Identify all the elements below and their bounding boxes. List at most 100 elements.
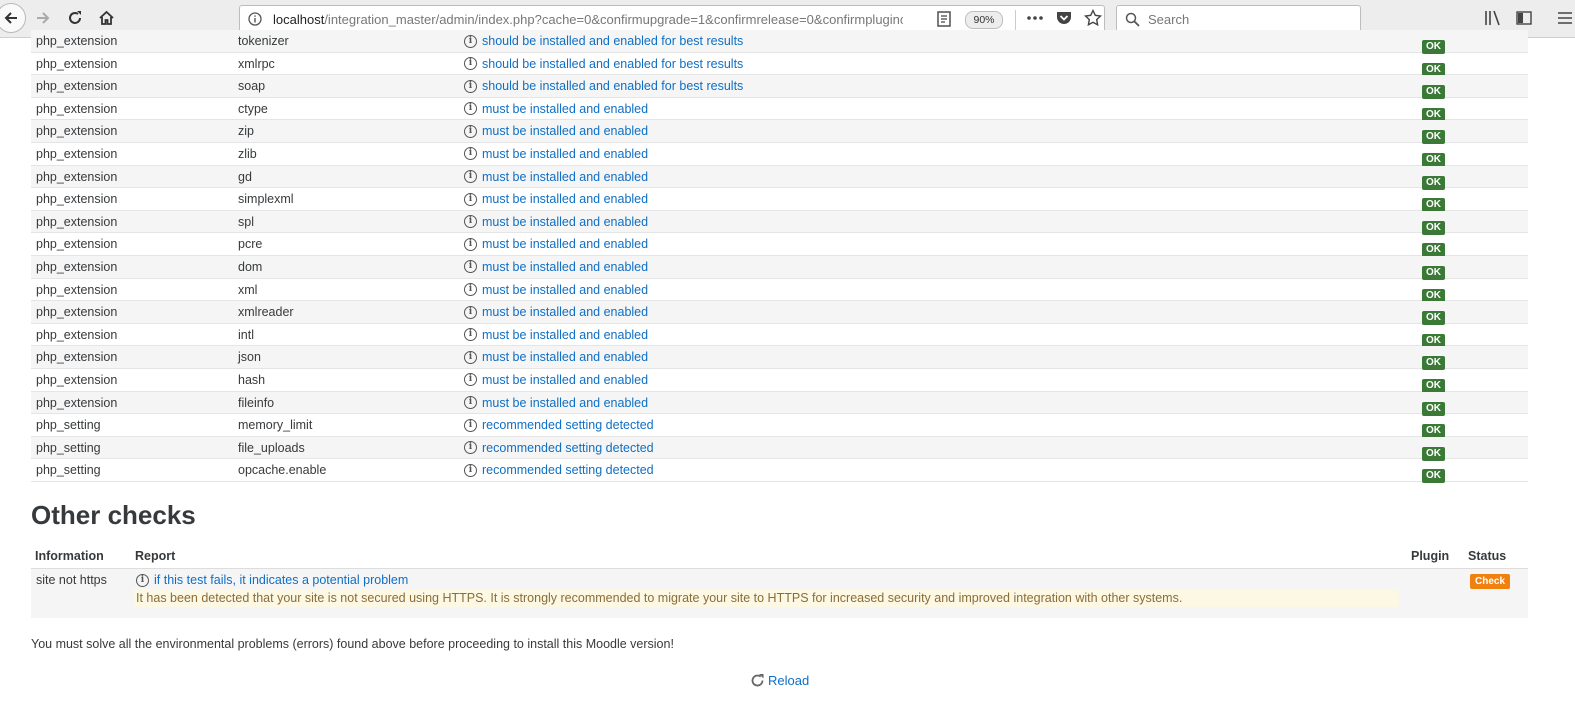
bookmark-star-icon[interactable]	[1083, 8, 1103, 30]
info-icon: i	[464, 215, 477, 229]
header-report: Report	[135, 549, 176, 563]
zoom-indicator[interactable]: 90%	[965, 11, 1003, 29]
info-icon: i	[464, 283, 477, 297]
row-report-link[interactable]: i must be installed and enabled	[464, 188, 648, 210]
row-report-link[interactable]: i must be installed and enabled	[464, 98, 648, 120]
back-button[interactable]	[0, 3, 26, 33]
row-name: ctype	[238, 101, 268, 116]
row-type: php_extension	[36, 395, 118, 410]
info-icon: i	[464, 350, 477, 364]
row-report-text[interactable]: must be installed and enabled	[482, 120, 648, 142]
reader-view-icon[interactable]	[937, 11, 951, 30]
row-report-text[interactable]: must be installed and enabled	[482, 279, 648, 301]
reload-icon	[751, 674, 764, 687]
row-name: intl	[238, 327, 254, 342]
row-report-link[interactable]: i must be installed and enabled	[464, 369, 648, 391]
row-name: simplexml	[238, 192, 294, 207]
row-type: php_extension	[36, 237, 118, 252]
table-row: php_extension xmlreader i must be installed…	[31, 301, 1528, 326]
sidebar-icon[interactable]	[1516, 11, 1532, 28]
library-icon[interactable]	[1484, 10, 1502, 29]
pocket-icon[interactable]	[1056, 10, 1072, 29]
row-report-link[interactable]: i recommended setting detected	[464, 437, 654, 459]
row-report-link[interactable]: i must be installed and enabled	[464, 256, 648, 278]
row-report-text[interactable]: must be installed and enabled	[482, 346, 648, 368]
row-name: tokenizer	[238, 34, 289, 48]
info-icon: i	[464, 57, 477, 71]
table-row: php_extension zip i must be installed and e…	[31, 120, 1528, 145]
row-type: php_extension	[36, 305, 118, 320]
environment-notice: You must solve all the environmental pro…	[31, 637, 674, 651]
forward-button[interactable]	[30, 5, 56, 31]
row-name: pcre	[238, 237, 263, 252]
row-report-text[interactable]: should be installed and enabled for best…	[482, 30, 743, 52]
row-report-text[interactable]: must be installed and enabled	[482, 324, 648, 346]
row-report-text[interactable]: must be installed and enabled	[482, 256, 648, 278]
row-type: php_setting	[36, 440, 101, 455]
row-report-link[interactable]: i should be installed and enabled for bes…	[464, 30, 743, 52]
home-button[interactable]	[93, 5, 119, 31]
info-icon: i	[464, 463, 477, 477]
row-report-text[interactable]: must be installed and enabled	[482, 233, 648, 255]
row-report-text[interactable]: must be installed and enabled	[482, 143, 648, 165]
info-icon: i	[464, 396, 477, 409]
row-report-link[interactable]: i must be installed and enabled	[464, 211, 648, 233]
other-checks-heading: Other checks	[31, 500, 196, 530]
row-report-link[interactable]: i must be installed and enabled	[464, 166, 648, 188]
row-report-text[interactable]: must be installed and enabled	[482, 166, 648, 188]
check-report-text[interactable]: if this test fails, it indicates a poten…	[154, 573, 408, 587]
row-report-link[interactable]: i recommended setting detected	[464, 414, 654, 436]
url-text[interactable]: localhost/integration_master/admin/index…	[273, 12, 903, 27]
row-report-link[interactable]: i must be installed and enabled	[464, 392, 648, 414]
info-icon: i	[464, 192, 477, 206]
hamburger-menu-icon[interactable]	[1557, 11, 1573, 28]
row-report-link[interactable]: i must be installed and enabled	[464, 346, 648, 368]
row-report-text[interactable]: recommended setting detected	[482, 437, 654, 459]
row-report-text[interactable]: must be installed and enabled	[482, 188, 648, 210]
table-row: php_extension soap i should be installed an…	[31, 75, 1528, 100]
row-report-text[interactable]: recommended setting detected	[482, 459, 654, 481]
info-icon: i	[464, 418, 477, 432]
row-report-text[interactable]: must be installed and enabled	[482, 369, 648, 391]
info-icon: i	[464, 260, 477, 274]
check-report-link[interactable]: i if this test fails, it indicates a pot…	[136, 573, 408, 587]
row-report-text[interactable]: must be installed and enabled	[482, 98, 648, 120]
row-type: php_extension	[36, 372, 118, 387]
address-bar[interactable]: localhost/integration_master/admin/index…	[239, 5, 1105, 33]
row-report-text[interactable]: must be installed and enabled	[482, 301, 648, 323]
search-icon	[1125, 12, 1140, 30]
row-report-text[interactable]: must be installed and enabled	[482, 211, 648, 233]
row-type: php_extension	[36, 79, 118, 94]
site-info-icon[interactable]	[248, 12, 262, 29]
search-placeholder: Search	[1148, 12, 1190, 27]
info-icon: i	[464, 237, 477, 251]
table-row: php_extension gd i must be installed and en…	[31, 165, 1528, 190]
row-report-link[interactable]: i must be installed and enabled	[464, 301, 648, 323]
row-report-text[interactable]: should be installed and enabled for best…	[482, 75, 743, 97]
other-checks-row: site not https i if this test fails, it …	[31, 569, 1528, 618]
row-name: file_uploads	[238, 440, 305, 455]
row-report-link[interactable]: i must be installed and enabled	[464, 279, 648, 301]
row-report-text[interactable]: must be installed and enabled	[482, 392, 648, 414]
info-icon: i	[464, 102, 477, 116]
row-report-link[interactable]: i must be installed and enabled	[464, 120, 648, 142]
reload-link[interactable]: Reload	[750, 673, 809, 688]
row-report-link[interactable]: i recommended setting detected	[464, 459, 654, 481]
divider	[1015, 10, 1016, 30]
row-name: dom	[238, 259, 263, 274]
row-report-link[interactable]: i must be installed and enabled	[464, 143, 648, 165]
info-icon: i	[464, 441, 477, 455]
row-report-link[interactable]: i must be installed and enabled	[464, 233, 648, 255]
row-report-link[interactable]: i should be installed and enabled for bes…	[464, 53, 743, 75]
row-report-text[interactable]: should be installed and enabled for best…	[482, 53, 743, 75]
row-type: php_extension	[36, 214, 118, 229]
row-report-text[interactable]: recommended setting detected	[482, 414, 654, 436]
row-report-link[interactable]: i should be installed and enabled for bes…	[464, 75, 743, 97]
info-icon: i	[464, 305, 477, 319]
search-input[interactable]: Search	[1116, 5, 1361, 33]
more-actions-icon[interactable]	[1025, 9, 1045, 30]
reload-label[interactable]: Reload	[768, 673, 809, 688]
reload-page-button[interactable]	[62, 5, 88, 31]
row-report-link[interactable]: i must be installed and enabled	[464, 324, 648, 346]
row-type: php_extension	[36, 34, 118, 48]
